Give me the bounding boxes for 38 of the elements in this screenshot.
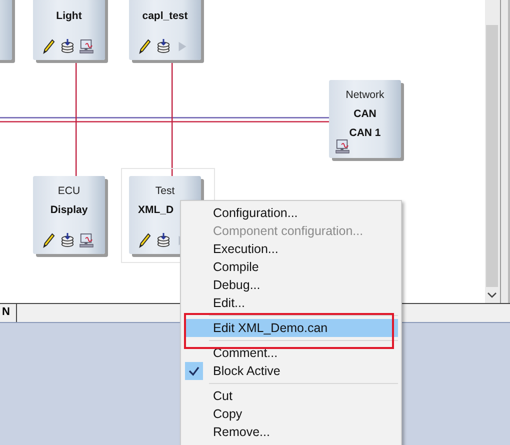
menu-item[interactable]: Edit XML_Demo.can [184,319,398,337]
menu-item[interactable]: Cut [213,390,232,404]
node-name: Display [50,204,88,217]
stack-icon[interactable] [60,39,75,54]
pencil-icon[interactable] [137,39,152,54]
pencil-icon[interactable] [41,39,56,54]
monitor-icon[interactable] [79,233,94,248]
stack-icon[interactable] [156,39,171,54]
menu-item[interactable]: Comment... [213,347,278,360]
menu-item[interactable]: Remove... [213,426,270,440]
node-type: ECU [58,185,80,198]
menu-item[interactable]: Debug... [213,279,260,292]
node-card[interactable]: capl_test [129,0,201,60]
node-type: Test [155,185,175,198]
node-card[interactable]: Light [33,0,105,60]
node-name: capl_test [142,10,188,23]
node-card[interactable]: Network CAN CAN 1 [329,80,401,158]
menu-item[interactable]: Configuration... [213,207,298,220]
stack-icon[interactable] [60,233,75,248]
menu-item[interactable]: Block Active [213,365,280,378]
monitor-icon[interactable] [335,139,350,154]
node-name: XML_D [138,204,174,217]
node-type: Network [346,89,384,102]
vertical-scrollbar[interactable] [485,0,500,303]
stack-icon[interactable] [156,233,171,248]
pencil-icon[interactable] [137,233,152,248]
scrollbar-thumb[interactable] [486,25,498,287]
monitor-icon[interactable] [79,39,94,54]
node-name: Light [56,10,82,23]
menu-item[interactable]: Execution... [213,243,278,256]
scroll-down-icon[interactable] [487,292,497,298]
pencil-icon[interactable] [41,233,56,248]
menu-item[interactable]: Copy [213,408,242,422]
node-name: CAN 1 [349,127,381,140]
node-card[interactable]: ECU Display [33,176,105,254]
menu-item[interactable]: Compile [213,261,259,274]
node-name: CAN [354,108,376,121]
menu-item[interactable]: Edit... [213,297,245,310]
